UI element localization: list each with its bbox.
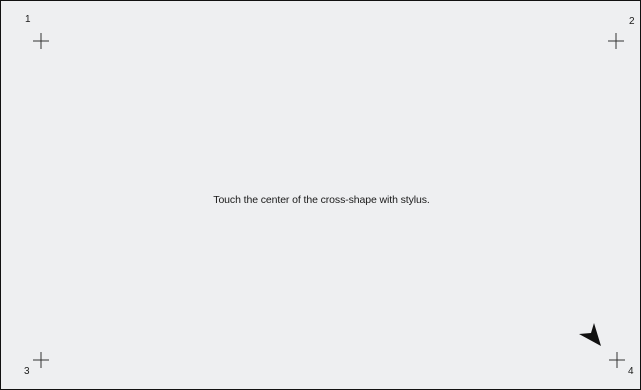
calibration-screen[interactable]: 1 2 3 4 Touch the center of the cross-sh… [0,0,641,390]
arrow-pointer-icon [577,320,603,348]
crosshair-3-graphic [33,352,49,368]
crosshair-2-graphic [608,33,624,49]
crosshair-4-graphic [609,352,625,368]
target-number-1: 1 [25,14,31,25]
crosshair-icon[interactable] [609,352,625,368]
arrow-pointer-graphic [579,323,601,346]
crosshair-icon[interactable] [33,352,49,368]
crosshair-icon[interactable] [33,33,49,49]
target-number-3: 3 [24,366,30,377]
target-number-4: 4 [628,366,634,377]
target-number-2: 2 [629,16,635,27]
instruction-text: Touch the center of the cross-shape with… [213,194,430,206]
crosshair-1-graphic [33,33,49,49]
crosshair-icon[interactable] [608,33,624,49]
